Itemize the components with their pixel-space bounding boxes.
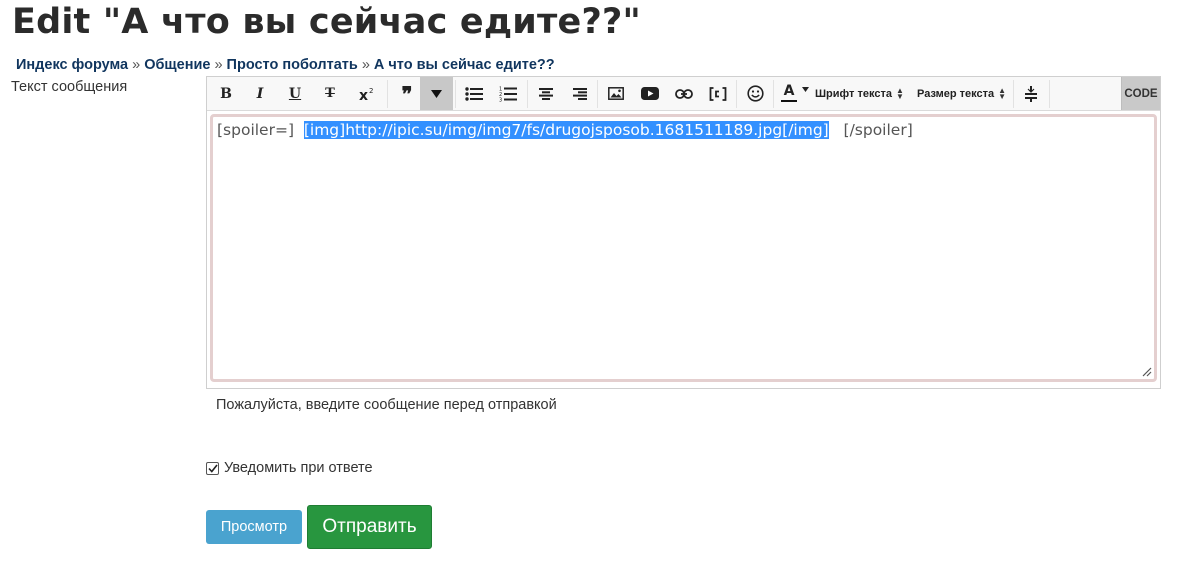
- code-view-button[interactable]: CODE: [1121, 77, 1160, 110]
- toolbar-separator: [736, 80, 737, 108]
- insert-link-button[interactable]: [667, 77, 701, 110]
- spoiler-button[interactable]: [420, 77, 453, 110]
- bullet-list-icon: [465, 86, 483, 101]
- message-editor: B I U T x2 ❞ 123 A Шрифт текста ▲ ▼ Разм…: [206, 76, 1161, 389]
- font-family-select[interactable]: Шрифт текста ▲ ▼: [815, 77, 915, 110]
- toolbar-separator: [1013, 80, 1014, 108]
- bold-icon: B: [220, 85, 232, 102]
- toolbar-separator: [455, 80, 456, 108]
- breadcrumb: Индекс форума» Общение» Просто поболтать» А…: [16, 57, 555, 73]
- notify-checkbox[interactable]: [206, 461, 219, 475]
- textarea-selected-text: [img]http://ipic.su/img/img7/fs/drugojsp…: [303, 121, 829, 139]
- message-textarea[interactable]: [spoiler=] [img]http://ipic.su/img/img7/…: [210, 114, 1157, 382]
- font-size-select[interactable]: Размер текста ▲ ▼: [917, 77, 1017, 110]
- text-color-icon: A: [781, 84, 797, 102]
- italic-icon: I: [256, 85, 264, 102]
- toolbar-separator: [387, 80, 388, 108]
- horizontal-rule-icon: [1025, 85, 1037, 102]
- page-title: Edit "А что вы сейчас едите??": [12, 2, 641, 42]
- select-arrows-icon: ▲ ▼: [895, 85, 904, 101]
- breadcrumb-separator: »: [214, 57, 223, 73]
- editor-toolbar: B I U T x2 ❞ 123 A Шрифт текста ▲ ▼ Разм…: [207, 77, 1160, 111]
- strikethrough-button[interactable]: T: [315, 77, 345, 110]
- breadcrumb-topic[interactable]: А что вы сейчас едите??: [374, 57, 555, 73]
- font-family-select-label: Шрифт текста: [815, 87, 892, 100]
- insert-video-button[interactable]: [633, 77, 667, 110]
- emoji-button[interactable]: [738, 77, 772, 110]
- bold-button[interactable]: B: [211, 77, 241, 110]
- breadcrumb-chat[interactable]: Просто поболтать: [227, 57, 358, 73]
- breadcrumb-communication[interactable]: Общение: [144, 57, 210, 73]
- breadcrumb-separator: »: [361, 57, 370, 73]
- italic-button[interactable]: I: [245, 77, 275, 110]
- code-block-button[interactable]: [701, 77, 735, 110]
- bullet-list-button[interactable]: [457, 77, 491, 110]
- notify-label: Уведомить при ответе: [224, 460, 373, 476]
- align-right-button[interactable]: [563, 77, 597, 110]
- textarea-text-after: [/spoiler]: [828, 121, 913, 139]
- insert-image-button[interactable]: [599, 77, 633, 110]
- strikethrough-icon: T: [325, 86, 335, 101]
- toolbar-separator: [527, 80, 528, 108]
- quote-button[interactable]: ❞: [390, 77, 424, 110]
- quote-icon: ❞: [401, 81, 413, 106]
- breadcrumb-forum-index[interactable]: Индекс форума: [16, 57, 128, 73]
- superscript-button[interactable]: x2: [350, 77, 384, 110]
- underline-button[interactable]: U: [280, 77, 310, 110]
- underline-icon: U: [288, 85, 302, 102]
- video-play-icon: [641, 87, 659, 100]
- validation-hint: Пожалуйста, введите сообщение перед отпр…: [216, 397, 557, 413]
- submit-button[interactable]: Отправить: [307, 505, 432, 549]
- message-label: Текст сообщения: [11, 79, 128, 95]
- horizontal-rule-button[interactable]: [1015, 77, 1047, 110]
- numbered-list-button[interactable]: 123: [491, 77, 525, 110]
- checkmark-icon: [207, 464, 218, 473]
- superscript-icon: x2: [359, 87, 373, 102]
- code-view-label: CODE: [1124, 87, 1158, 100]
- notify-on-reply[interactable]: Уведомить при ответе: [206, 460, 373, 476]
- toolbar-separator: [773, 80, 774, 108]
- numbered-list-icon: 123: [499, 86, 517, 102]
- align-center-icon: [539, 87, 553, 100]
- text-color-button[interactable]: A: [777, 77, 813, 110]
- code-brackets-icon: [709, 86, 727, 101]
- align-center-button[interactable]: [529, 77, 563, 110]
- preview-button[interactable]: Просмотр: [206, 510, 302, 544]
- textarea-text-before: [spoiler=]: [217, 121, 304, 139]
- breadcrumb-separator: »: [132, 57, 141, 73]
- font-size-select-label: Размер текста: [917, 87, 995, 100]
- chevron-down-icon: [802, 87, 809, 92]
- select-arrows-icon: ▲ ▼: [998, 85, 1007, 101]
- image-icon: [608, 87, 624, 100]
- smiley-icon: [746, 85, 764, 102]
- svg-text:2: 2: [369, 87, 373, 95]
- svg-text:3: 3: [499, 97, 502, 102]
- link-icon: [675, 88, 693, 99]
- dropdown-triangle-icon: [431, 89, 442, 98]
- resize-handle-icon[interactable]: [1142, 367, 1152, 377]
- toolbar-separator: [597, 80, 598, 108]
- toolbar-separator: [1049, 80, 1050, 108]
- align-right-icon: [573, 87, 587, 100]
- svg-text:x: x: [359, 88, 368, 102]
